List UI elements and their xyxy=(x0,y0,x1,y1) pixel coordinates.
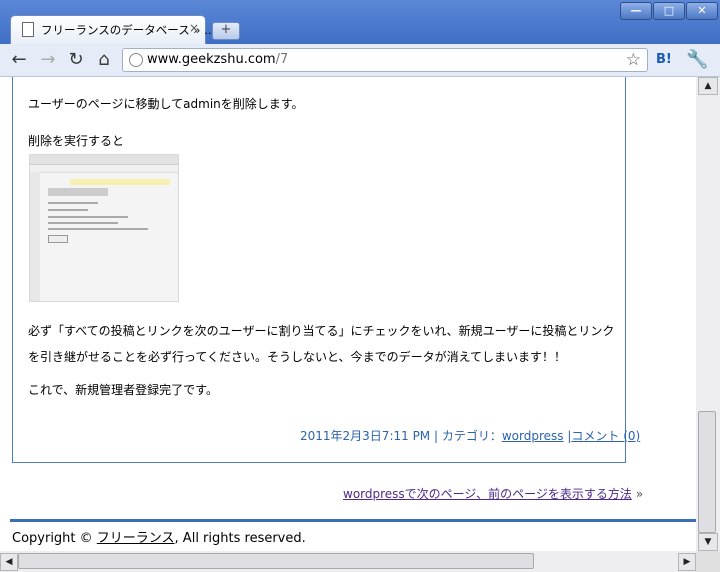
site-home-link[interactable]: フリーランス xyxy=(97,531,175,546)
comments-link[interactable]: コメント (0) xyxy=(571,429,640,443)
post-date: 2011年2月3日7:11 PM | カテゴリ： xyxy=(300,429,502,443)
horizontal-scrollbar[interactable]: ◀ ▶ xyxy=(0,551,696,572)
post-meta: 2011年2月3日7:11 PM | カテゴリ：wordpress |コメント … xyxy=(300,427,640,444)
tab-close-button[interactable]: × xyxy=(189,21,199,35)
vertical-scroll-thumb[interactable] xyxy=(698,411,716,533)
thumbnail-toolbar xyxy=(30,165,178,173)
thumbnail-line xyxy=(48,209,88,211)
scroll-right-button[interactable]: ▶ xyxy=(678,553,696,571)
url-domain: www.geekzshu.com xyxy=(147,52,276,67)
post-paragraph: 必ず「すべての投稿とリンクを次のユーザーに割り当てる」にチェックをいれ、新規ユー… xyxy=(28,324,615,364)
footer-copyright: Copyright © フリーランス, All rights reserved. xyxy=(12,527,306,546)
thumbnail-title xyxy=(48,188,108,196)
screenshot-thumbnail[interactable] xyxy=(29,154,179,302)
star-icon[interactable]: ☆ xyxy=(626,50,641,70)
next-post-link[interactable]: wordpressで次のページ、前のページを表示する方法 xyxy=(343,487,632,501)
copyright-prefix: Copyright © xyxy=(12,531,97,546)
thumbnail-line xyxy=(48,222,118,224)
post-paragraph: これで、新規管理者登録完了です。 xyxy=(28,383,218,397)
url-path: /7 xyxy=(275,52,289,67)
close-window-button[interactable]: ✕ xyxy=(686,2,718,20)
thumbnail-line xyxy=(48,228,148,230)
back-icon[interactable]: ← xyxy=(8,49,30,71)
thumbnail-line xyxy=(48,202,98,204)
minimize-button[interactable]: — xyxy=(620,2,652,20)
thumbnail-button xyxy=(48,235,68,243)
horizontal-scroll-thumb[interactable] xyxy=(18,553,534,569)
globe-icon xyxy=(129,53,143,67)
browser-tab[interactable]: フリーランスのデータベース » … × xyxy=(10,15,216,44)
reload-icon[interactable]: ↻ xyxy=(65,49,87,71)
address-bar[interactable]: www.geekzshu.com/7 ☆ xyxy=(122,48,648,72)
scroll-left-button[interactable]: ◀ xyxy=(0,553,18,571)
thumbnail-sidebar xyxy=(30,172,40,301)
new-tab-button[interactable]: + xyxy=(212,22,240,40)
document-icon xyxy=(22,22,34,37)
footer-divider xyxy=(10,519,696,522)
thumbnail-header xyxy=(30,155,178,165)
home-icon[interactable]: ⌂ xyxy=(93,49,115,71)
window-controls: — □ ✕ xyxy=(620,2,718,20)
vertical-scrollbar[interactable]: ▲ ▼ xyxy=(696,77,720,551)
next-post-nav: wordpressで次のページ、前のページを表示する方法» xyxy=(343,485,643,502)
post-paragraph: 削除を実行すると xyxy=(28,134,125,148)
wrench-icon[interactable]: 🔧 xyxy=(686,49,708,70)
next-arrow-icon: » xyxy=(635,487,644,501)
browser-titlebar: フリーランスのデータベース » … × + — □ ✕ xyxy=(0,0,720,44)
category-link[interactable]: wordpress xyxy=(502,429,564,443)
page-viewport: ユーザーのページに移動してadminを削除します。 削除を実行すると 必ず「すべ… xyxy=(0,77,696,551)
address-url[interactable]: www.geekzshu.com/7 xyxy=(147,52,288,67)
hatena-bookmark-button[interactable]: B! xyxy=(656,52,672,67)
forward-icon[interactable]: → xyxy=(37,49,59,71)
thumbnail-line xyxy=(48,216,128,218)
scroll-down-button[interactable]: ▼ xyxy=(698,533,718,551)
scrollbar-corner xyxy=(696,551,720,572)
copyright-suffix: , All rights reserved. xyxy=(174,531,306,546)
browser-toolbar: ← → ↻ ⌂ www.geekzshu.com/7 ☆ B! 🔧 xyxy=(0,44,720,77)
thumbnail-notice xyxy=(70,179,170,185)
scroll-up-button[interactable]: ▲ xyxy=(698,77,718,95)
maximize-button[interactable]: □ xyxy=(653,2,685,20)
post-paragraph: ユーザーのページに移動してadminを削除します。 xyxy=(28,97,304,111)
